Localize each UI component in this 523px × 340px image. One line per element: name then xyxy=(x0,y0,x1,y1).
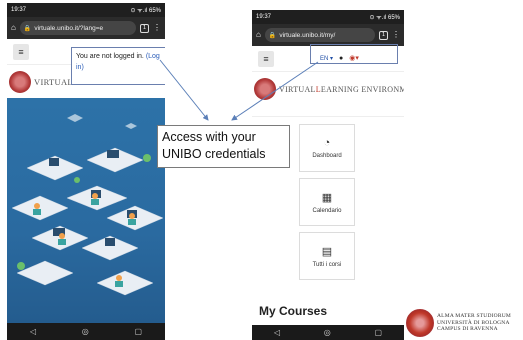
arrow-right xyxy=(231,61,319,121)
credentials-callout: Access with your UNIBO credentials xyxy=(157,125,290,168)
annotation-arrows xyxy=(159,59,319,121)
unibo-campus-logo: ALMA MATER STUDIORUM UNIVERSITÀ DI BOLOG… xyxy=(406,308,523,338)
unibo-seal-icon xyxy=(406,309,434,337)
callout-line-1: Access with your xyxy=(162,130,256,144)
arrow-left xyxy=(159,59,209,121)
callout-line-2: UNIBO credentials xyxy=(162,147,266,161)
unibo-text: ALMA MATER STUDIORUM UNIVERSITÀ DI BOLOG… xyxy=(437,313,511,333)
